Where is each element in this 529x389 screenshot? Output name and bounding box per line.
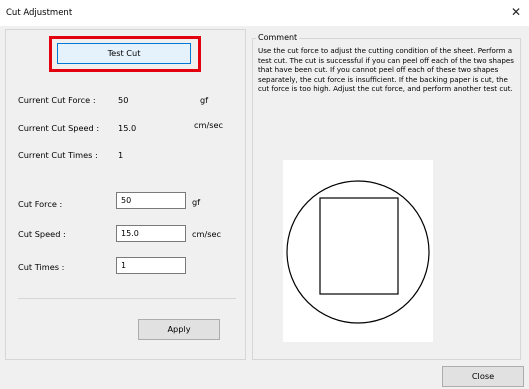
test-cut-diagram <box>283 160 433 342</box>
cut-force-input[interactable]: 50 <box>116 192 186 209</box>
current-cut-speed-label: Current Cut Speed : <box>18 123 100 133</box>
circle-shape <box>286 180 430 324</box>
current-cut-force-label: Current Cut Force : <box>18 95 96 105</box>
current-cut-force-value: 50 <box>118 95 129 105</box>
apply-button[interactable]: Apply <box>138 319 220 340</box>
close-button[interactable]: Close <box>442 366 524 387</box>
comment-title: Comment <box>256 33 300 42</box>
cut-speed-unit: cm/sec <box>192 229 222 239</box>
cut-force-unit: gf <box>192 197 201 207</box>
test-cut-button[interactable]: Test Cut <box>57 43 191 64</box>
cut-speed-input[interactable]: 15.0 <box>116 225 186 242</box>
cut-times-input[interactable]: 1 <box>116 257 186 274</box>
title-bar <box>0 0 529 26</box>
current-cut-force-unit: gf <box>200 95 209 105</box>
window-title: Cut Adjustment <box>6 8 73 18</box>
close-icon[interactable]: ✕ <box>509 5 523 19</box>
cut-force-label: Cut Force : <box>18 199 63 209</box>
current-cut-times-value: 1 <box>118 150 124 160</box>
current-cut-speed-value: 15.0 <box>118 123 137 133</box>
current-cut-speed-unit: cm/sec <box>194 120 224 130</box>
test-cut-shapes <box>286 180 430 324</box>
divider <box>18 298 236 299</box>
current-cut-times-label: Current Cut Times : <box>18 150 98 160</box>
cut-times-label: Cut Times : <box>18 262 65 272</box>
comment-text: Use the cut force to adjust the cutting … <box>258 46 514 94</box>
square-shape <box>319 197 399 295</box>
cut-speed-label: Cut Speed : <box>18 229 66 239</box>
